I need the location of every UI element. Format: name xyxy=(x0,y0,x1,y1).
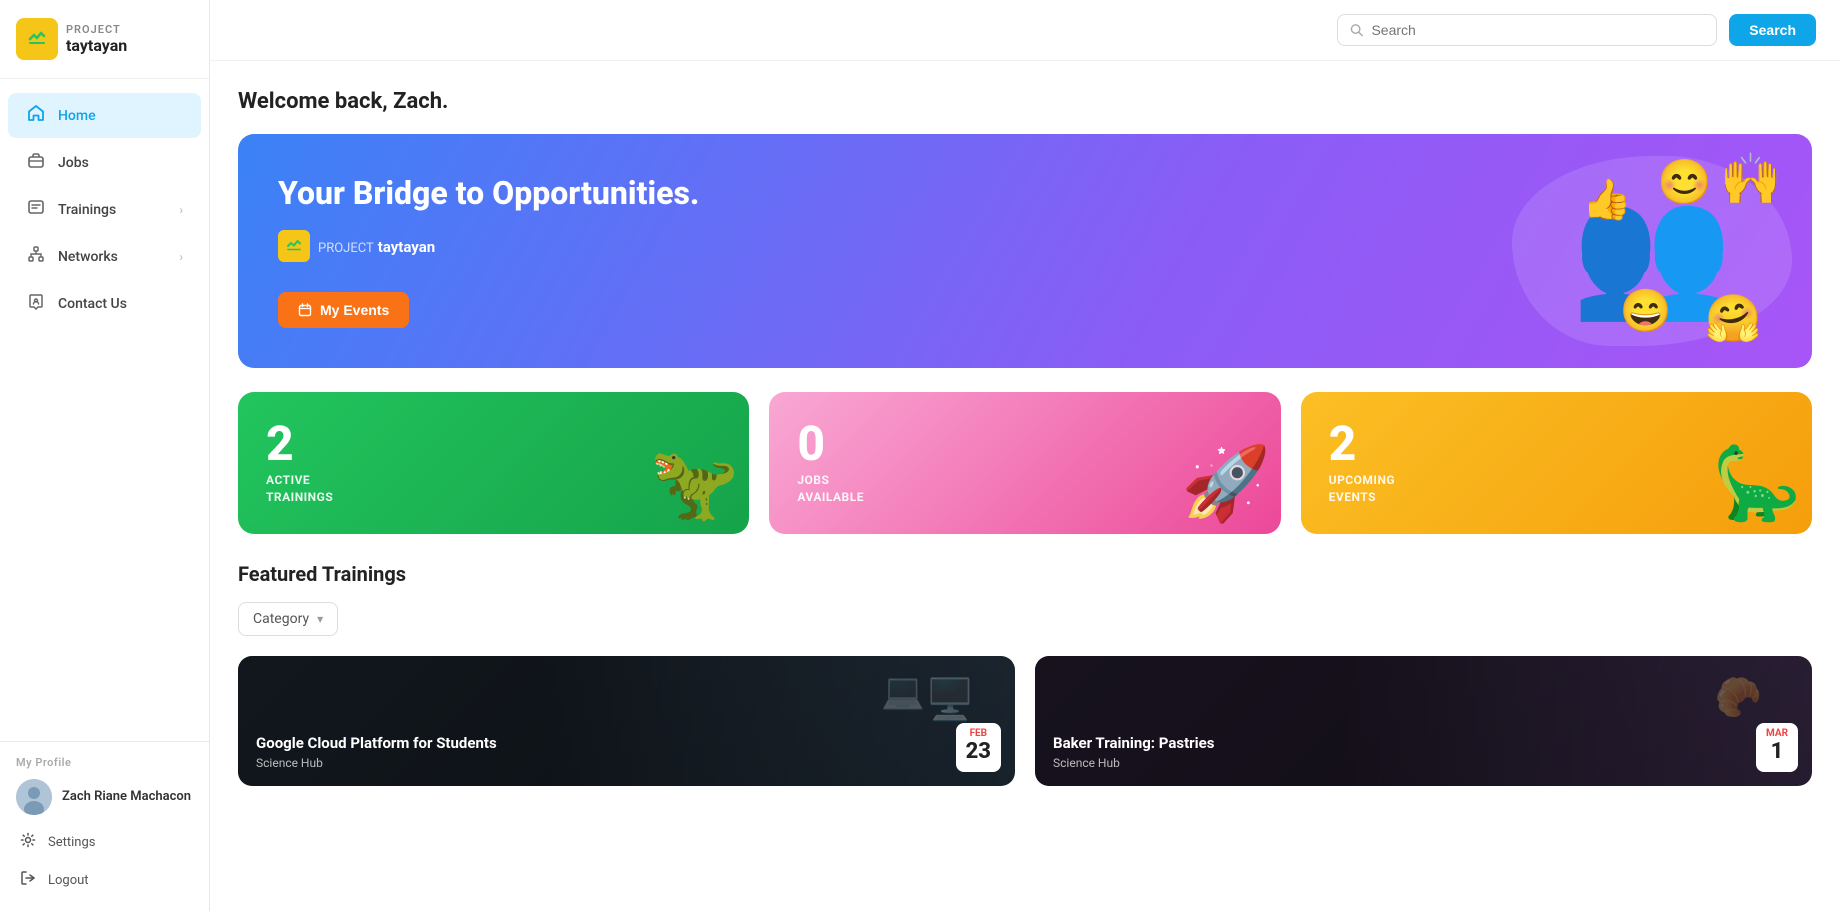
stat-card-events: 2 UPCOMING EVENTS 🦕 xyxy=(1301,392,1812,534)
logo-icon xyxy=(16,18,58,60)
bottom-links: Settings Logout xyxy=(16,825,193,897)
category-filter[interactable]: Category ▾ xyxy=(238,602,338,636)
trainings-label: Trainings xyxy=(58,202,116,218)
my-events-button[interactable]: My Events xyxy=(278,292,409,328)
welcome-message: Welcome back, Zach. xyxy=(238,89,1812,114)
logout-link[interactable]: Logout xyxy=(16,863,193,897)
date-badge-1: MAR 1 xyxy=(1756,723,1798,771)
sidebar-item-jobs[interactable]: Jobs xyxy=(8,140,201,185)
date-month-0: FEB xyxy=(966,729,991,739)
logout-label: Logout xyxy=(48,873,89,888)
settings-link[interactable]: Settings xyxy=(16,825,193,859)
profile-name: Zach Riane Machacon xyxy=(62,789,191,806)
hero-people-illustration: 👥 🙌 😊 👍 🤗 😄 xyxy=(1432,134,1812,368)
hero-logo-text: PROJECT taytayan xyxy=(318,237,435,256)
main-content: Search Welcome back, Zach. Your Bridge t… xyxy=(210,0,1840,911)
home-icon xyxy=(26,104,46,127)
date-month-1: MAR xyxy=(1766,729,1788,739)
avatar xyxy=(16,779,52,815)
sidebar-item-trainings[interactable]: Trainings › xyxy=(8,187,201,232)
featured-trainings: Featured Trainings Category ▾ 🖥️ 💻 Googl… xyxy=(238,562,1812,786)
networks-arrow: › xyxy=(179,250,183,264)
training-title-0: Google Cloud Platform for Students xyxy=(256,734,997,752)
calendar-icon xyxy=(298,303,312,317)
search-wrapper xyxy=(1337,14,1717,46)
sidebar-item-networks[interactable]: Networks › xyxy=(8,234,201,279)
training-card-0[interactable]: 🖥️ 💻 Google Cloud Platform for Students … xyxy=(238,656,1015,786)
training-sub-1: Science Hub xyxy=(1053,756,1794,770)
networks-label: Networks xyxy=(58,249,118,265)
page-content: Welcome back, Zach. Your Bridge to Oppor… xyxy=(210,61,1840,814)
logout-icon xyxy=(20,870,38,890)
hero-project-label: PROJECT xyxy=(318,241,374,256)
training-cards-grid: 🖥️ 💻 Google Cloud Platform for Students … xyxy=(238,656,1812,786)
hero-logo-icon xyxy=(278,230,310,262)
settings-label: Settings xyxy=(48,835,95,850)
search-input[interactable] xyxy=(1371,22,1704,38)
hero-left: Your Bridge to Opportunities. PROJECT tay… xyxy=(278,174,699,328)
stat-card-jobs: 0 JOBS AVAILABLE 🚀 xyxy=(769,392,1280,534)
sidebar-bottom: My Profile Zach Riane Machacon Se xyxy=(0,741,209,911)
contact-label: Contact Us xyxy=(58,296,127,312)
training-title-1: Baker Training: Pastries xyxy=(1053,734,1794,752)
home-label: Home xyxy=(58,108,96,124)
hero-title: Your Bridge to Opportunities. xyxy=(278,174,699,212)
hero-banner: Your Bridge to Opportunities. PROJECT tay… xyxy=(238,134,1812,368)
profile-section-label: My Profile xyxy=(16,756,193,769)
sidebar-item-home[interactable]: Home xyxy=(8,93,201,138)
my-events-label: My Events xyxy=(320,302,389,318)
sidebar: PROJECT taytayan Home Jobs xyxy=(0,0,210,911)
networks-icon xyxy=(26,245,46,268)
training-card-1[interactable]: 🥐 Baker Training: Pastries Science Hub M… xyxy=(1035,656,1812,786)
featured-title: Featured Trainings xyxy=(238,562,1812,586)
training-sub-0: Science Hub xyxy=(256,756,997,770)
date-badge-0: FEB 23 xyxy=(956,723,1001,771)
jobs-icon xyxy=(26,151,46,174)
trainings-icon xyxy=(26,198,46,221)
mascot-rocket: 🚀 xyxy=(1181,441,1271,526)
date-day-1: 1 xyxy=(1766,739,1788,765)
jobs-label: Jobs xyxy=(58,155,89,171)
logo-app-name: taytayan xyxy=(66,36,127,55)
hero-logo: PROJECT taytayan xyxy=(278,230,699,262)
category-label: Category xyxy=(253,611,309,627)
search-button[interactable]: Search xyxy=(1729,14,1816,46)
profile-row: Zach Riane Machacon xyxy=(16,779,193,815)
trainings-arrow: › xyxy=(179,203,183,217)
hero-app-name: taytayan xyxy=(378,238,435,256)
nav-menu: Home Jobs Trainings › xyxy=(0,79,209,741)
contact-icon xyxy=(26,292,46,315)
page-header: Search xyxy=(210,0,1840,61)
category-chevron: ▾ xyxy=(317,612,323,626)
stats-row: 2 ACTIVE TRAININGS 🦖 0 JOBS AVAILABLE 🚀 … xyxy=(238,392,1812,534)
mascot-dino-yellow: 🦕 xyxy=(1712,441,1802,526)
settings-icon xyxy=(20,832,38,852)
mascot-dinosaur: 🦖 xyxy=(650,441,740,526)
sidebar-logo: PROJECT taytayan xyxy=(0,0,209,79)
search-icon xyxy=(1350,23,1363,37)
date-day-0: 23 xyxy=(966,739,991,765)
logo-text: PROJECT taytayan xyxy=(66,23,127,55)
logo-project-label: PROJECT xyxy=(66,23,127,36)
sidebar-item-contact[interactable]: Contact Us xyxy=(8,281,201,326)
stat-card-trainings: 2 ACTIVE TRAININGS 🦖 xyxy=(238,392,749,534)
